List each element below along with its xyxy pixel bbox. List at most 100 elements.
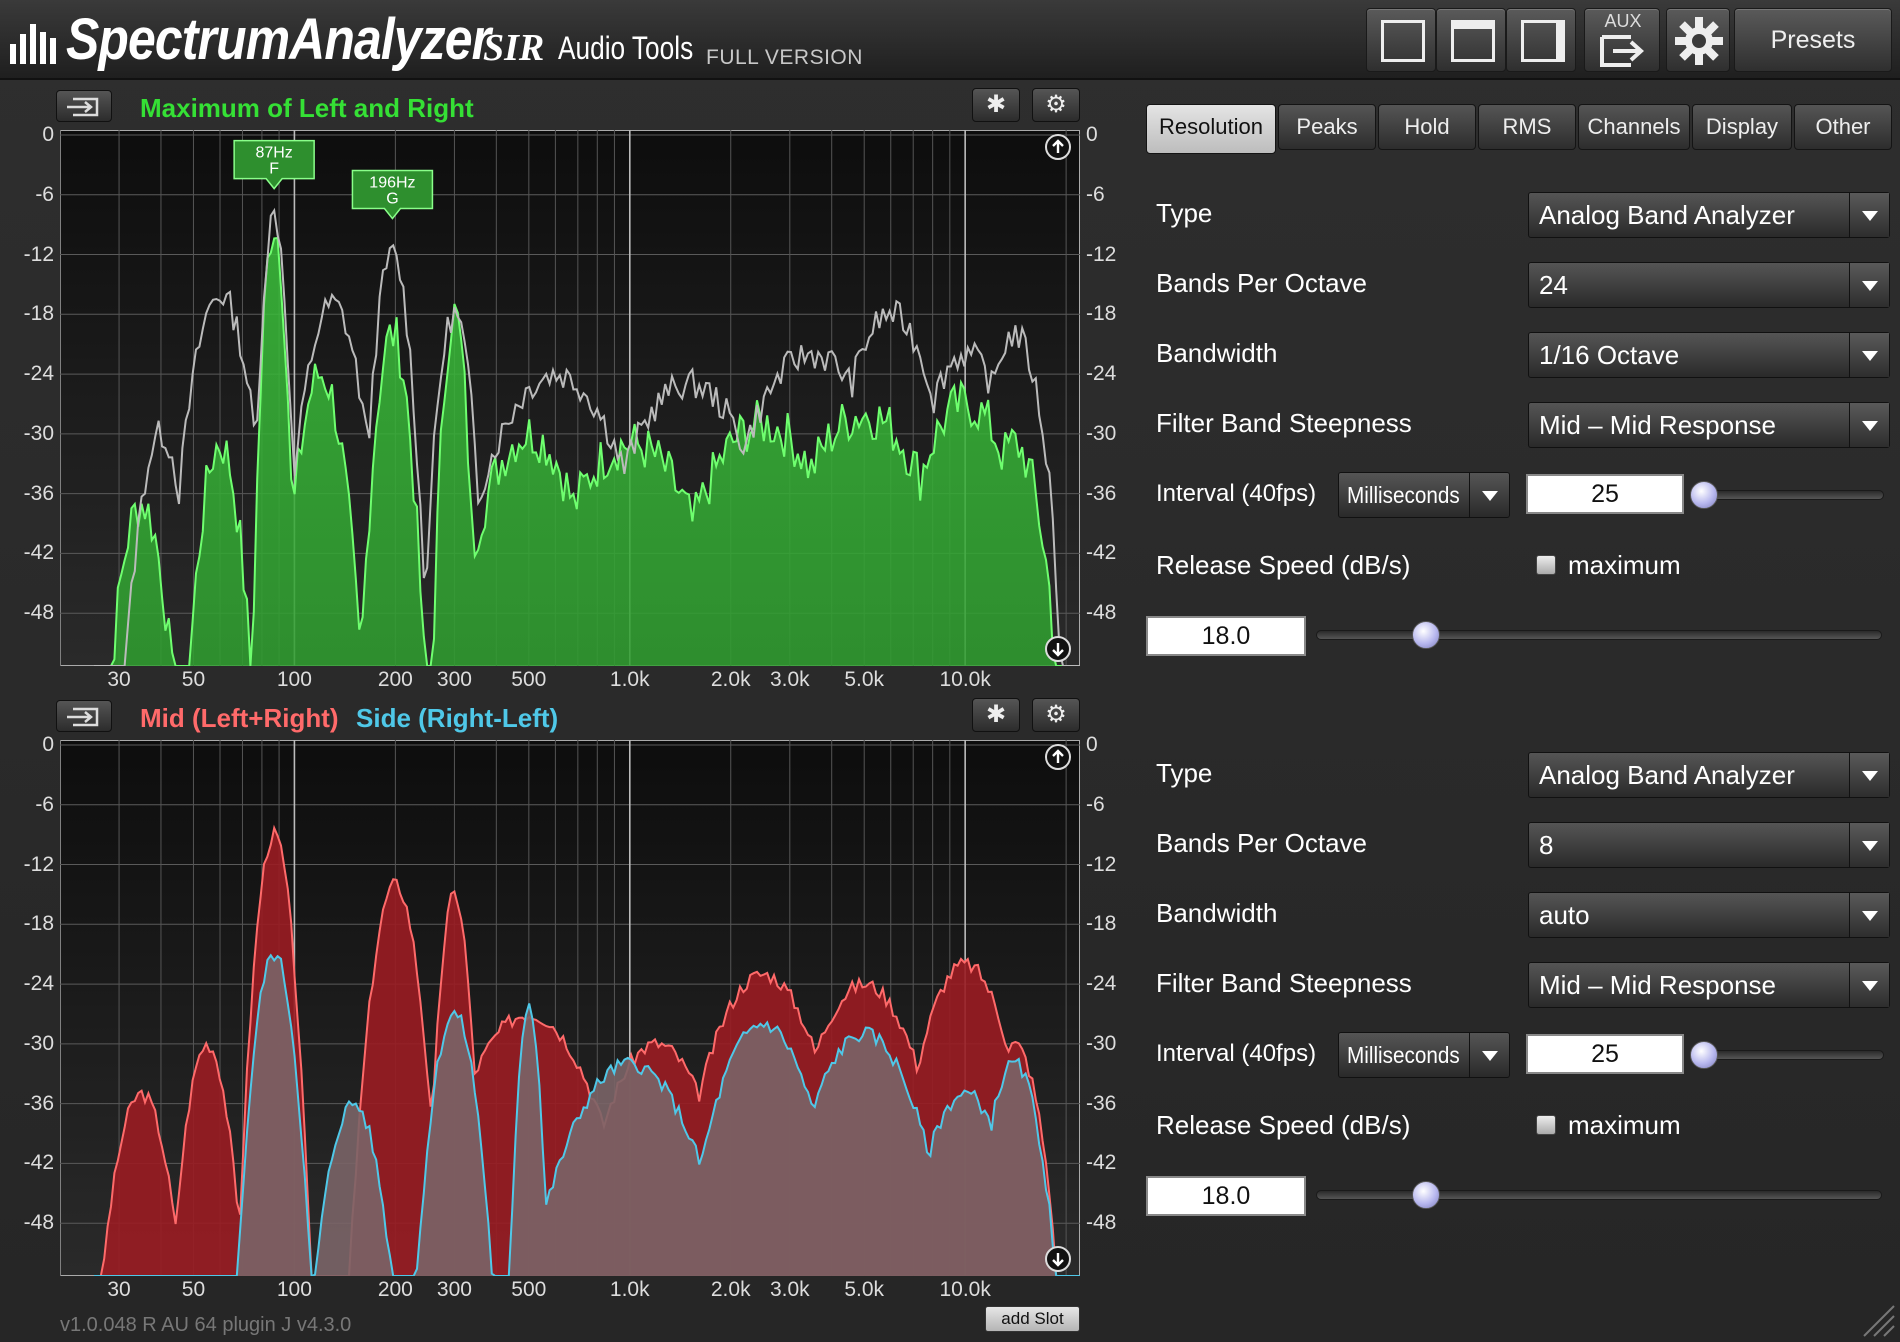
- release-speed-input[interactable]: 18.0: [1146, 1176, 1306, 1216]
- release-speed-label: Release Speed (dB/s): [1156, 1110, 1411, 1140]
- peak-marker-frequency: 196Hz: [369, 175, 415, 192]
- brand-subtitle: Audio Tools: [558, 30, 694, 66]
- layout-single-icon: [1381, 20, 1425, 62]
- presets-button[interactable]: Presets: [1734, 8, 1892, 72]
- y-tick-label: -42: [23, 1151, 54, 1175]
- bands-per-octave-dropdown[interactable]: 8: [1528, 822, 1890, 868]
- aux-label: AUX: [1604, 11, 1642, 31]
- type-dropdown[interactable]: Analog Band Analyzer: [1528, 192, 1890, 238]
- bottom-scroll-up-icon[interactable]: [1045, 744, 1071, 770]
- tab-hold[interactable]: Hold: [1378, 104, 1476, 150]
- bands-per-octave-label: Bands Per Octave: [1156, 268, 1367, 298]
- x-tick-label: 30: [107, 668, 131, 691]
- y-tick-label: -42: [23, 541, 54, 565]
- y-tick-label: 0: [1086, 122, 1098, 146]
- release-speed-label: Release Speed (dB/s): [1156, 550, 1411, 580]
- bands-per-octave-dropdown[interactable]: 24: [1528, 262, 1890, 308]
- layout-side-icon: [1521, 20, 1565, 62]
- release-maximum-checkbox[interactable]: [1536, 1115, 1556, 1135]
- y-tick-label: -24: [23, 362, 54, 386]
- x-tick-label: 10.0k: [939, 1278, 991, 1301]
- top-freeze-button[interactable]: ✱: [972, 88, 1020, 122]
- resize-grip-icon[interactable]: [1854, 1296, 1896, 1338]
- y-tick-label: -6: [35, 792, 54, 816]
- settings-button[interactable]: [1666, 8, 1730, 72]
- peak-marker-frequency: 87Hz: [255, 145, 292, 162]
- tab-peaks[interactable]: Peaks: [1278, 104, 1376, 150]
- interval-label: Interval (40fps): [1156, 480, 1317, 507]
- interval-slider-knob[interactable]: [1690, 481, 1718, 509]
- y-tick-label: -12: [1086, 242, 1117, 266]
- chevron-down-icon: [1849, 263, 1889, 307]
- y-tick-label: -30: [1086, 1031, 1117, 1055]
- bottom-freeze-button[interactable]: ✱: [972, 698, 1020, 732]
- layout-single-button[interactable]: [1366, 8, 1436, 72]
- chevron-down-icon: [1469, 473, 1509, 517]
- y-tick-label: -48: [1086, 601, 1117, 625]
- bandwidth-dropdown[interactable]: 1/16 Octave: [1528, 332, 1890, 378]
- bottom-panel-settings-button[interactable]: ⚙: [1032, 698, 1080, 732]
- x-tick-label: 30: [107, 1278, 131, 1301]
- bottom-scroll-down-icon[interactable]: [1045, 1246, 1071, 1272]
- y-tick-label: -30: [1086, 421, 1117, 445]
- tab-display[interactable]: Display: [1692, 104, 1792, 150]
- aux-output-button[interactable]: AUX: [1584, 8, 1660, 72]
- interval-unit-value: Milliseconds: [1347, 482, 1460, 508]
- bottom-panel-channel-button[interactable]: [56, 700, 112, 732]
- y-tick-label: -36: [1086, 481, 1117, 505]
- release-speed-slider[interactable]: [1316, 630, 1882, 640]
- tab-other[interactable]: Other: [1794, 104, 1892, 150]
- x-tick-label: 100: [276, 1278, 312, 1301]
- top-panel-channel-button[interactable]: [56, 90, 112, 122]
- release-speed-slider-knob[interactable]: [1412, 1181, 1440, 1209]
- bandwidth-dropdown[interactable]: auto: [1528, 892, 1890, 938]
- interval-unit-dropdown[interactable]: Milliseconds: [1338, 1032, 1510, 1078]
- release-speed-slider-knob[interactable]: [1412, 621, 1440, 649]
- app-title: SpectrumAnalyzer: [66, 7, 491, 72]
- y-tick-label: -12: [1086, 852, 1117, 876]
- type-label: Type: [1156, 758, 1213, 788]
- release-maximum-label: maximum: [1568, 550, 1681, 580]
- type-dropdown[interactable]: Analog Band Analyzer: [1528, 752, 1890, 798]
- interval-input[interactable]: 25: [1526, 474, 1684, 514]
- interval-label: Interval (40fps): [1156, 1040, 1317, 1067]
- release-maximum-checkbox[interactable]: [1536, 555, 1556, 575]
- bandwidth-value: auto: [1539, 900, 1590, 930]
- asterisk-icon: ✱: [985, 701, 1007, 728]
- y-tick-label: -18: [1086, 302, 1117, 326]
- brand-name: SIR: [483, 27, 545, 69]
- layout-top-button[interactable]: [1436, 8, 1506, 72]
- interval-slider-knob[interactable]: [1690, 1041, 1718, 1069]
- top-scroll-up-icon[interactable]: [1045, 134, 1071, 160]
- interval-slider[interactable]: [1704, 1050, 1884, 1060]
- peak-marker-note: F: [269, 161, 279, 178]
- interval-input[interactable]: 25: [1526, 1034, 1684, 1074]
- release-speed-slider[interactable]: [1316, 1190, 1882, 1200]
- interval-slider[interactable]: [1704, 490, 1884, 500]
- y-tick-label: -12: [23, 242, 54, 266]
- top-scroll-down-icon[interactable]: [1045, 636, 1071, 662]
- tab-rms[interactable]: RMS: [1478, 104, 1576, 150]
- filter-band-steepness-dropdown[interactable]: Mid – Mid Response: [1528, 402, 1890, 448]
- y-tick-label: -48: [1086, 1211, 1117, 1235]
- y-tick-label: -36: [1086, 1091, 1117, 1115]
- interval-unit-value: Milliseconds: [1347, 1042, 1460, 1068]
- y-tick-label: -30: [23, 421, 54, 445]
- release-speed-input[interactable]: 18.0: [1146, 616, 1306, 656]
- tab-resolution[interactable]: Resolution: [1146, 104, 1276, 154]
- release-maximum-label: maximum: [1568, 1110, 1681, 1140]
- filter-band-steepness-dropdown[interactable]: Mid – Mid Response: [1528, 962, 1890, 1008]
- bandwidth-label: Bandwidth: [1156, 898, 1278, 928]
- tab-channels[interactable]: Channels: [1578, 104, 1690, 150]
- layout-side-button[interactable]: [1506, 8, 1576, 72]
- top-panel-settings-button[interactable]: ⚙: [1032, 88, 1080, 122]
- bandwidth-label: Bandwidth: [1156, 338, 1278, 368]
- y-tick-label: -18: [23, 912, 54, 936]
- add-slot-button[interactable]: add Slot: [985, 1306, 1080, 1332]
- x-tick-label: 1.0k: [609, 1278, 650, 1301]
- x-tick-label: 50: [181, 1278, 206, 1301]
- aux-export-icon: [1600, 35, 1644, 67]
- y-tick-label: -6: [1086, 792, 1105, 816]
- y-tick-label: -42: [1086, 541, 1117, 565]
- interval-unit-dropdown[interactable]: Milliseconds: [1338, 472, 1510, 518]
